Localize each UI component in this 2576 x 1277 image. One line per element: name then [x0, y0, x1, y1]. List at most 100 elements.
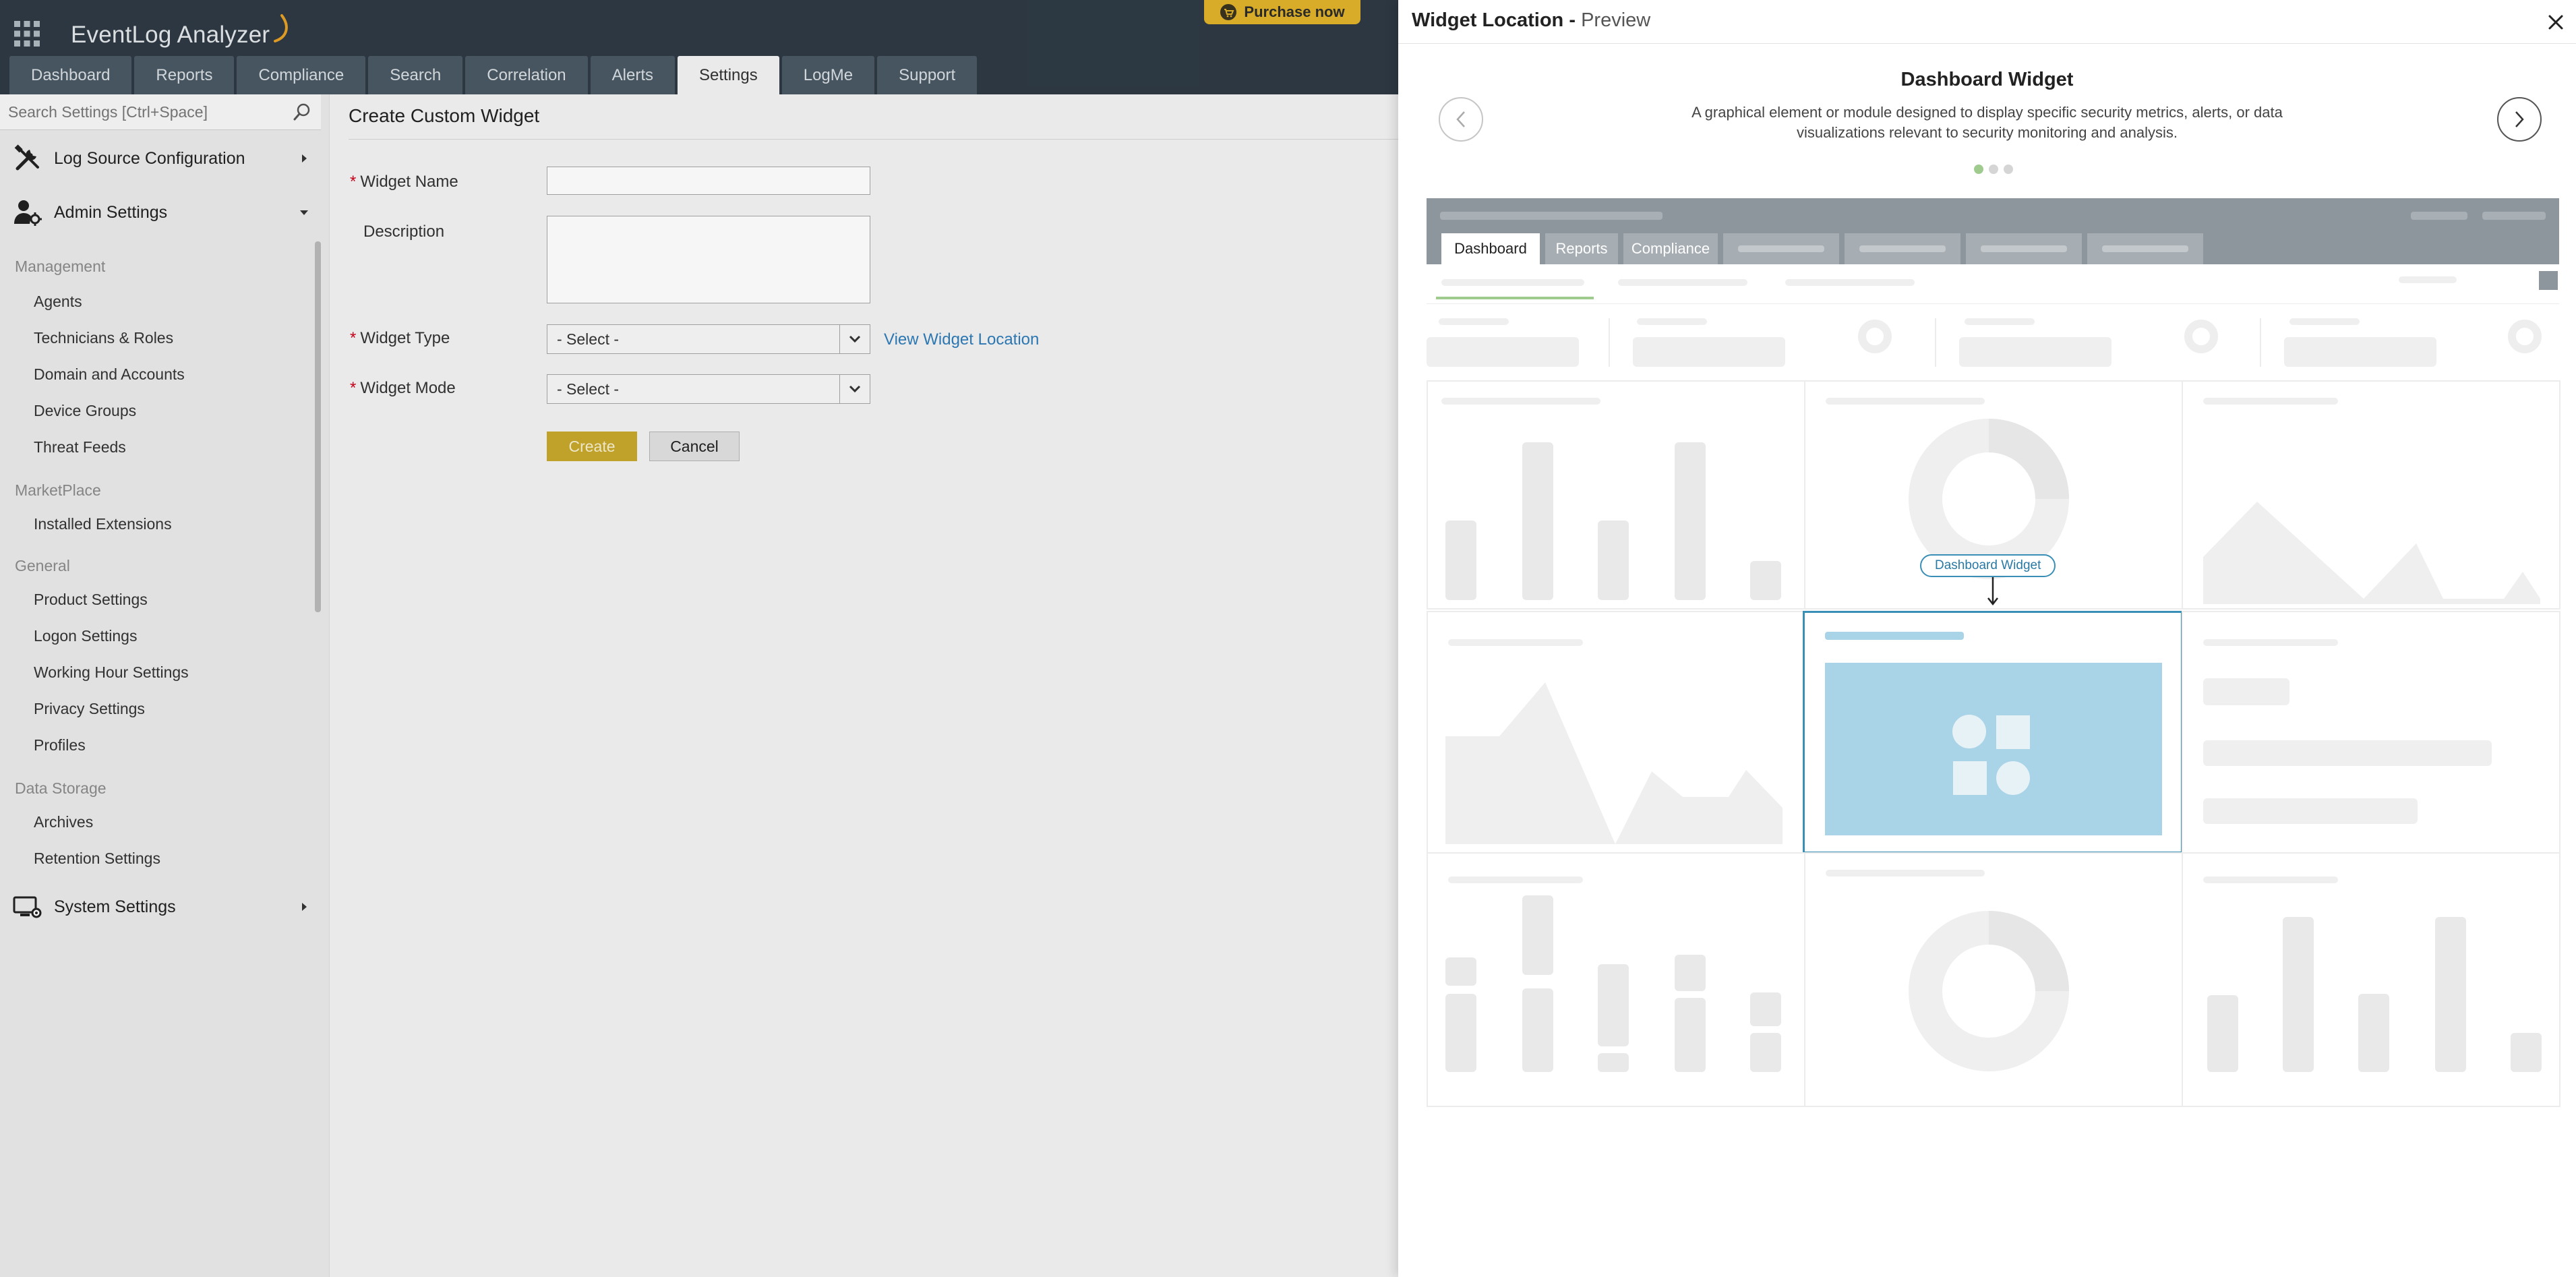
highlight-widget-body [1825, 663, 2162, 835]
preview-kpi-skeleton [1633, 337, 1785, 367]
widget-type-select[interactable]: - Select - [547, 324, 870, 354]
widget-mode-select[interactable]: - Select - [547, 374, 870, 404]
preview-widget-donut [1804, 852, 2183, 1107]
widget-location-drawer: Widget Location - Preview Dashboard Widg… [1398, 0, 2576, 1277]
group-label-management: Management [15, 258, 106, 275]
carousel-prev-button[interactable] [1439, 97, 1483, 142]
sidebar-item-profiles[interactable]: Profiles [34, 736, 86, 754]
preview-tab-placeholder [1966, 233, 2082, 264]
sidebar-item-domain-accounts[interactable]: Domain and Accounts [34, 365, 185, 384]
tab-search[interactable]: Search [368, 56, 463, 94]
preview-kpi-skeleton [1965, 318, 2035, 325]
highlighted-dashboard-widget [1803, 611, 2183, 854]
chevron-down-icon[interactable] [839, 375, 870, 403]
preview-subtab-active-bar [1436, 297, 1594, 299]
description-label: Description [363, 222, 445, 241]
preview-tab-reports: Reports [1545, 233, 1618, 264]
app-root: EventLog Analyzer Purchase now Dashboard… [0, 0, 2576, 1277]
sidebar-item-retention-settings[interactable]: Retention Settings [34, 850, 160, 868]
app-grid-icon[interactable] [13, 20, 40, 47]
search-icon[interactable] [293, 102, 311, 121]
preview-settings-box [2539, 271, 2558, 290]
dashboard-preview: Dashboard Reports Compliance Dashboard W… [1427, 198, 2560, 1107]
preview-header: Dashboard Reports Compliance [1427, 198, 2559, 264]
product-logo[interactable]: EventLog Analyzer [71, 14, 293, 55]
sidebar-section-log-source[interactable]: Log Source Configuration [0, 136, 321, 181]
carousel-dot[interactable] [2004, 165, 2013, 174]
widget-type-value: - Select - [557, 330, 620, 348]
drawer-title: Widget Location - Preview [1412, 9, 1651, 31]
preview-widget-bar [1427, 380, 1805, 610]
carousel-next-button[interactable] [2497, 97, 2542, 142]
settings-sidebar: Log Source Configuration Admin Settings … [0, 94, 330, 1277]
caret-right-icon [302, 154, 307, 162]
tab-correlation[interactable]: Correlation [465, 56, 588, 94]
view-widget-location-link[interactable]: View Widget Location [884, 330, 1039, 349]
preview-widget-bar [2182, 852, 2560, 1107]
carousel-dot[interactable] [1974, 165, 1983, 174]
chevron-down-icon[interactable] [839, 325, 870, 353]
cart-icon [1220, 4, 1237, 20]
sidebar-item-archives[interactable]: Archives [34, 813, 93, 831]
sidebar-item-technicians-roles[interactable]: Technicians & Roles [34, 329, 173, 347]
carousel-dot[interactable] [1989, 165, 1998, 174]
tab-alerts[interactable]: Alerts [590, 56, 675, 94]
preview-skeleton [2399, 276, 2457, 283]
required-marker: * [350, 379, 357, 397]
tools-icon [14, 144, 39, 171]
sidebar-section-system[interactable]: System Settings [0, 885, 321, 929]
settings-search [0, 94, 321, 130]
widget-mode-label: * Widget Mode [350, 379, 456, 397]
preview-kpi-skeleton [1959, 337, 2111, 367]
preview-kpi-skeleton [1637, 318, 1707, 325]
preview-skeleton [2411, 212, 2467, 220]
drawer-header: Widget Location - Preview [1398, 0, 2576, 44]
sidebar-item-threat-feeds[interactable]: Threat Feeds [34, 438, 126, 456]
tab-settings[interactable]: Settings [678, 56, 779, 94]
preview-tab-dashboard: Dashboard [1441, 233, 1540, 264]
required-marker: * [350, 173, 357, 191]
purchase-now-button[interactable]: Purchase now [1204, 0, 1360, 24]
close-icon[interactable] [2547, 13, 2565, 31]
preview-kpi-ring [1858, 320, 1892, 353]
widget-name-input[interactable] [547, 167, 870, 195]
sidebar-scrollbar[interactable] [315, 241, 321, 612]
sidebar-section-admin[interactable]: Admin Settings [0, 190, 321, 235]
sidebar-item-logon-settings[interactable]: Logon Settings [34, 627, 137, 645]
tab-logme[interactable]: LogMe [781, 56, 875, 94]
settings-search-input[interactable] [8, 100, 278, 124]
drawer-title-main: Widget Location [1412, 9, 1564, 31]
preview-widget-list [2182, 611, 2560, 854]
widget-name-label: * Widget Name [350, 173, 458, 191]
preview-kpi-skeleton [1439, 318, 1509, 325]
main-tabs: Dashboard Reports Compliance Search Corr… [9, 56, 978, 94]
group-label-marketplace: MarketPlace [15, 481, 101, 499]
cancel-button[interactable]: Cancel [649, 432, 740, 461]
sidebar-item-privacy-settings[interactable]: Privacy Settings [34, 700, 145, 718]
carousel-title: Dashboard Widget [1900, 69, 2074, 90]
preview-skeleton [2482, 212, 2546, 220]
sidebar-item-device-groups[interactable]: Device Groups [34, 402, 136, 420]
sidebar-item-product-settings[interactable]: Product Settings [34, 591, 148, 609]
sidebar-item-installed-extensions[interactable]: Installed Extensions [34, 515, 172, 533]
tab-support[interactable]: Support [877, 56, 978, 94]
preview-widget-area [2182, 380, 2560, 610]
group-label-data-storage: Data Storage [15, 779, 107, 797]
create-button[interactable]: Create [547, 432, 637, 461]
tab-compliance[interactable]: Compliance [237, 56, 366, 94]
widget-shapes-icon [1952, 715, 2030, 795]
widget-type-label: * Widget Type [350, 329, 450, 347]
admin-user-gear-icon [14, 200, 42, 226]
preview-kpi-ring [2508, 320, 2542, 353]
tab-dashboard[interactable]: Dashboard [9, 56, 132, 94]
logo-text: EventLog Analyzer [71, 22, 270, 48]
preview-kpi-divider [1609, 318, 1610, 367]
sidebar-item-working-hour-settings[interactable]: Working Hour Settings [34, 663, 189, 682]
arrow-down-icon [1987, 577, 1998, 606]
description-textarea[interactable] [547, 216, 870, 303]
chevron-left-icon [1456, 111, 1465, 127]
preview-subtab [1618, 279, 1747, 286]
carousel-dots [1974, 165, 2013, 174]
tab-reports[interactable]: Reports [134, 56, 235, 94]
sidebar-item-agents[interactable]: Agents [34, 293, 82, 311]
